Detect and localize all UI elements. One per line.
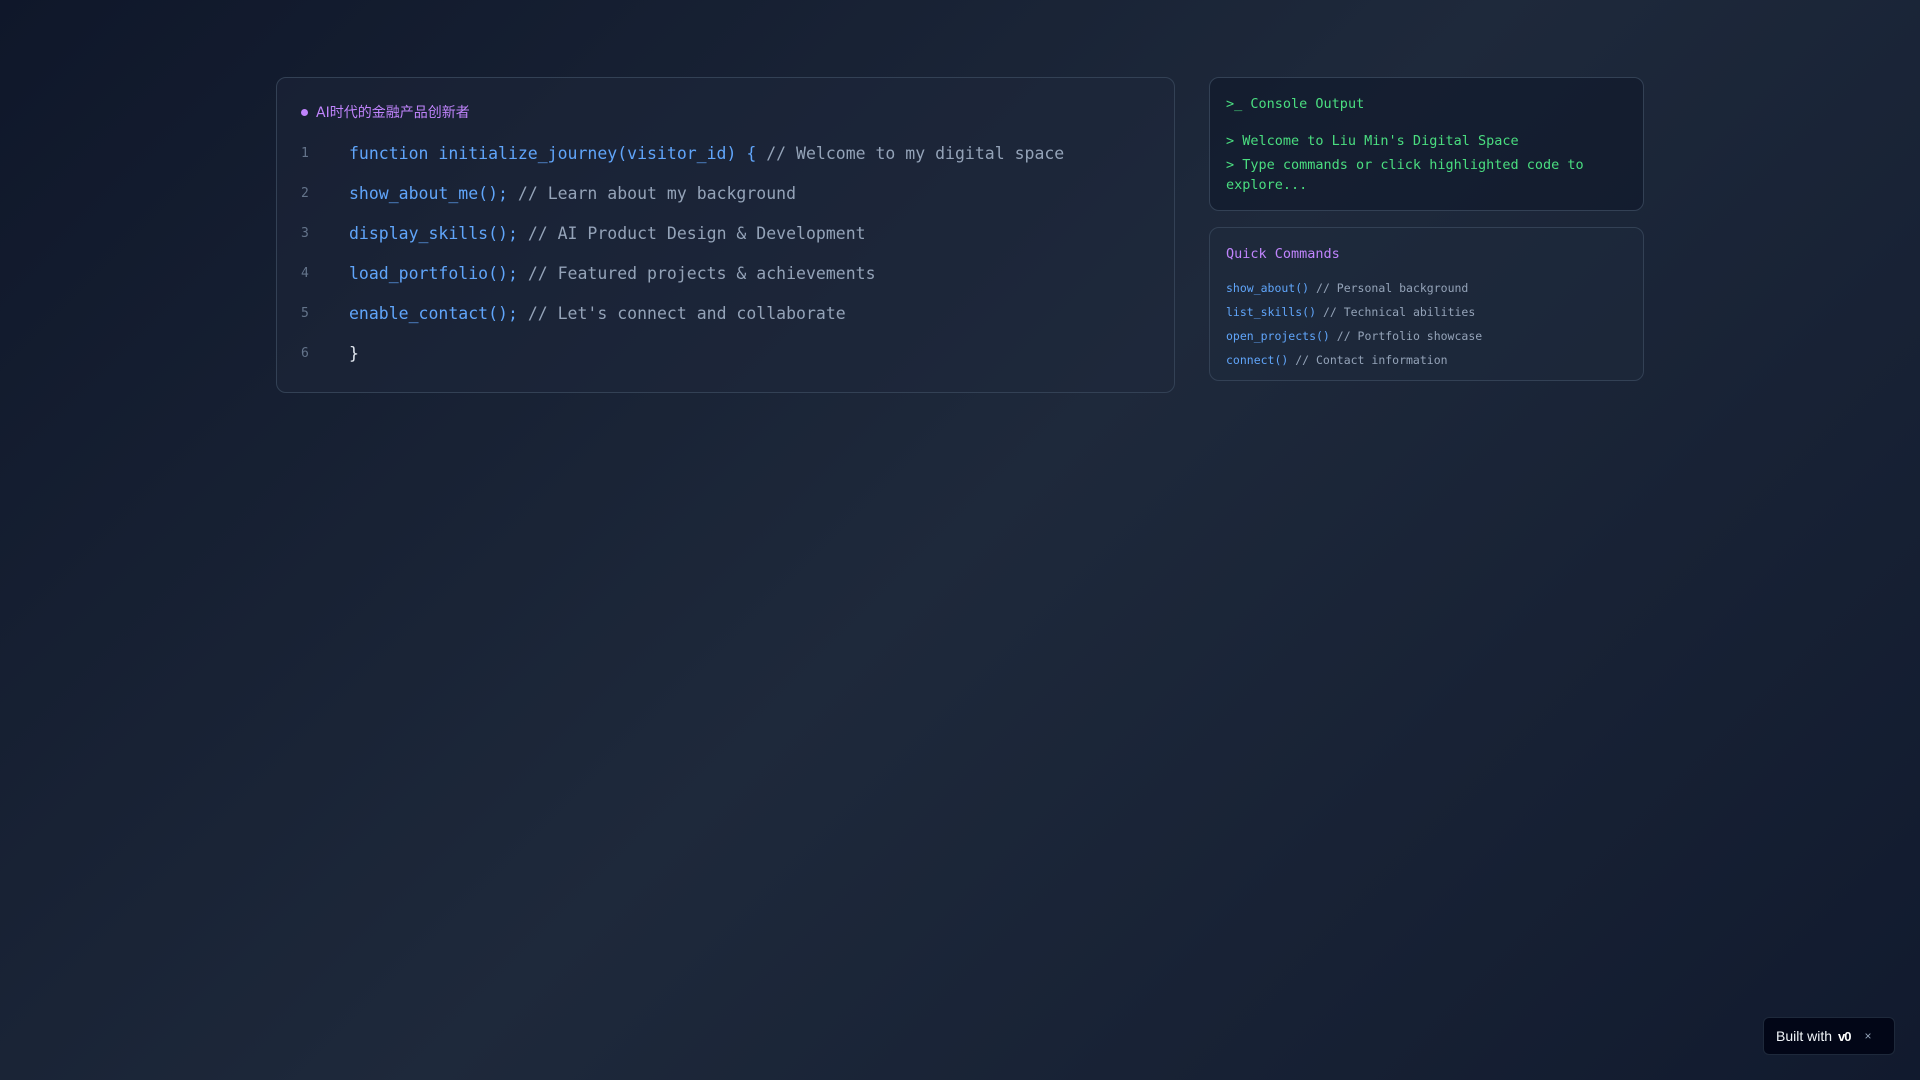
console-lines: > Welcome to Liu Min's Digital Space > T… xyxy=(1226,131,1626,199)
code-comment: // Featured projects & achievements xyxy=(517,263,876,283)
code-comment: // Let's connect and collaborate xyxy=(517,303,846,323)
code-display-skills[interactable]: display_skills(); xyxy=(349,224,518,243)
code-line: 4 load_portfolio(); // Featured projects… xyxy=(301,253,1064,293)
code-lines: 1 function initialize_journey(visitor_id… xyxy=(301,133,1064,373)
code-line: 6 } xyxy=(301,333,1064,373)
built-with-label: Built with xyxy=(1776,1028,1833,1044)
quick-commands-list: show_about() // Personal background list… xyxy=(1226,276,1482,372)
quick-command-item[interactable]: show_about() // Personal background xyxy=(1226,276,1482,300)
terminal-prompt-icon: >_ xyxy=(1226,96,1243,112)
quick-commands-panel: Quick Commands show_about() // Personal … xyxy=(1209,227,1644,381)
console-title-label: Console Output xyxy=(1250,96,1365,112)
quick-command-description: // Portfolio showcase xyxy=(1329,329,1483,343)
code-function-initialize[interactable]: function initialize_journey(visitor_id) … xyxy=(349,144,756,163)
quick-command-connect[interactable]: connect() xyxy=(1226,353,1288,367)
quick-command-item[interactable]: list_skills() // Technical abilities xyxy=(1226,300,1482,324)
quick-command-item[interactable]: connect() // Contact information xyxy=(1226,348,1482,372)
line-number: 2 xyxy=(301,185,309,201)
code-load-portfolio[interactable]: load_portfolio(); xyxy=(349,264,518,283)
quick-command-show-about[interactable]: show_about() xyxy=(1226,281,1309,295)
close-icon[interactable]: × xyxy=(1865,1029,1872,1043)
code-editor-panel: AI时代的金融产品创新者 1 function initialize_journ… xyxy=(276,77,1175,393)
quick-command-item[interactable]: open_projects() // Portfolio showcase xyxy=(1226,324,1482,348)
line-number: 3 xyxy=(301,225,309,241)
quick-command-open-projects[interactable]: open_projects() xyxy=(1226,329,1330,343)
code-line: 2 show_about_me(); // Learn about my bac… xyxy=(301,173,1064,213)
quick-commands-title: Quick Commands xyxy=(1226,246,1340,262)
line-number: 6 xyxy=(301,345,309,361)
code-enable-contact[interactable]: enable_contact(); xyxy=(349,304,518,323)
quick-command-description: // Technical abilities xyxy=(1316,305,1476,319)
editor-title: AI时代的金融产品创新者 xyxy=(316,105,470,121)
quick-command-list-skills[interactable]: list_skills() xyxy=(1226,305,1316,319)
console-line: > Welcome to Liu Min's Digital Space xyxy=(1226,133,1519,149)
console-title: >_ Console Output xyxy=(1226,96,1364,112)
console-output-panel: >_ Console Output > Welcome to Liu Min's… xyxy=(1209,77,1644,211)
console-line: > Type commands or click highlighted cod… xyxy=(1226,157,1584,193)
closing-brace: } xyxy=(349,343,359,363)
code-show-about-me[interactable]: show_about_me(); xyxy=(349,184,508,203)
code-comment: // Learn about my background xyxy=(507,183,797,203)
code-line: 5 enable_contact(); // Let's connect and… xyxy=(301,293,1064,333)
line-number: 1 xyxy=(301,145,309,161)
line-number: 4 xyxy=(301,265,309,281)
status-dot-icon xyxy=(301,108,308,116)
editor-header: AI时代的金融产品创新者 xyxy=(301,102,470,122)
code-comment: // Welcome to my digital space xyxy=(756,143,1065,163)
v0-logo-icon: v0 xyxy=(1838,1028,1852,1044)
code-line: 3 display_skills(); // AI Product Design… xyxy=(301,213,1064,253)
built-with-badge[interactable]: Built with v0 × xyxy=(1763,1017,1895,1055)
code-line: 1 function initialize_journey(visitor_id… xyxy=(301,133,1064,173)
code-comment: // AI Product Design & Development xyxy=(517,223,866,243)
line-number: 5 xyxy=(301,305,309,321)
quick-command-description: // Contact information xyxy=(1288,353,1448,367)
quick-command-description: // Personal background xyxy=(1309,281,1469,295)
